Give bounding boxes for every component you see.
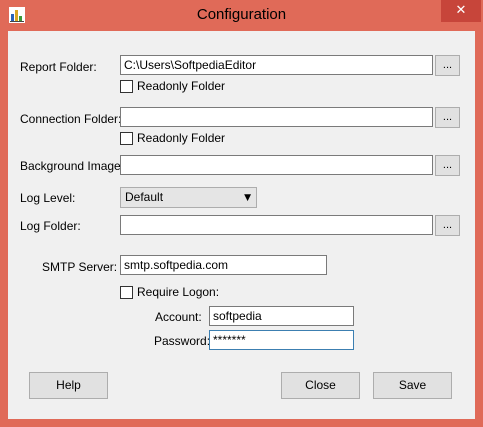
connection-folder-label: Connection Folder: (20, 112, 122, 126)
connection-readonly-label: Readonly Folder (137, 131, 226, 145)
require-logon-checkbox-box[interactable] (120, 286, 133, 299)
report-readonly-checkbox-box[interactable] (120, 80, 133, 93)
title-bar[interactable]: Configuration ✕ (0, 0, 483, 31)
close-window-icon[interactable]: ✕ (441, 0, 481, 22)
password-input[interactable]: ******* (209, 330, 354, 350)
close-button[interactable]: Close (281, 372, 360, 399)
report-folder-input[interactable]: C:\Users\SoftpediaEditor (120, 55, 433, 75)
report-readonly-label: Readonly Folder (137, 79, 226, 93)
connection-readonly-checkbox-box[interactable] (120, 132, 133, 145)
window-title: Configuration (196, 6, 287, 23)
report-folder-label: Report Folder: (20, 60, 97, 74)
background-image-label: Background Image: (20, 159, 125, 173)
background-image-browse-button[interactable]: ... (435, 155, 460, 176)
connection-folder-input[interactable] (120, 107, 433, 127)
help-button[interactable]: Help (29, 372, 108, 399)
background-image-input[interactable] (120, 155, 433, 175)
require-logon-checkbox[interactable]: Require Logon: (120, 285, 240, 300)
log-level-label: Log Level: (20, 191, 76, 205)
log-folder-browse-button[interactable]: ... (435, 215, 460, 236)
require-logon-label: Require Logon: (137, 285, 220, 299)
dialog-body: Report Folder: C:\Users\SoftpediaEditor … (8, 31, 475, 419)
report-folder-browse-button[interactable]: ... (435, 55, 460, 76)
log-folder-input[interactable] (120, 215, 433, 235)
password-label: Password: (154, 334, 211, 348)
log-level-value: Default (125, 190, 164, 204)
log-level-dropdown[interactable]: Default ▼ (120, 187, 257, 208)
save-button[interactable]: Save (373, 372, 452, 399)
smtp-server-input[interactable]: smtp.softpedia.com (120, 255, 327, 275)
account-input[interactable]: softpedia (209, 306, 354, 326)
log-folder-label: Log Folder: (20, 219, 81, 233)
configuration-window: Configuration ✕ Report Folder: C:\Users\… (0, 0, 483, 427)
connection-readonly-checkbox[interactable]: Readonly Folder (120, 131, 260, 146)
connection-folder-browse-button[interactable]: ... (435, 107, 460, 128)
report-readonly-checkbox[interactable]: Readonly Folder (120, 79, 260, 94)
account-label: Account: (155, 310, 202, 324)
smtp-server-label: SMTP Server: (42, 260, 118, 274)
chevron-down-icon: ▼ (244, 193, 251, 203)
